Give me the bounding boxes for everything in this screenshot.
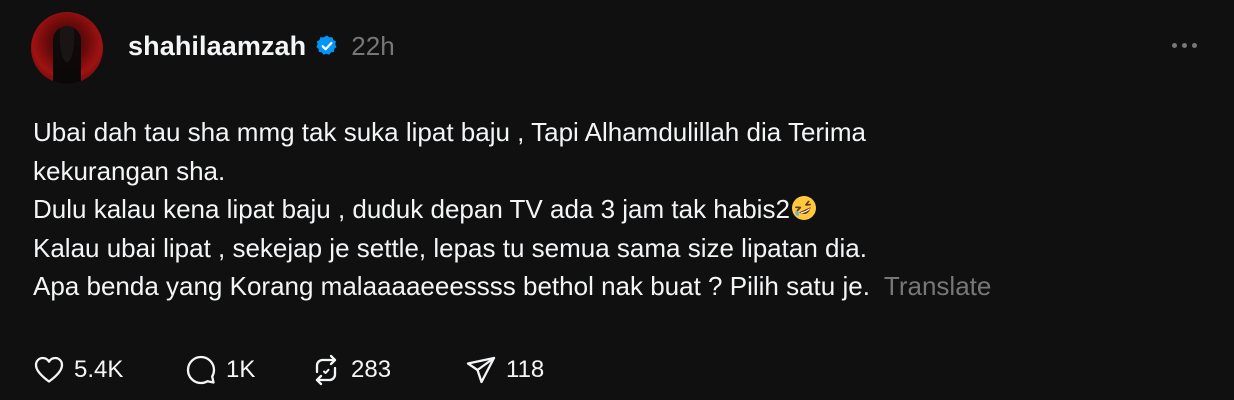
post-text-line-with-translate: Apa benda yang Korang malaaaaeeessss bet… <box>33 267 1183 306</box>
reply-count: 1K <box>226 356 256 383</box>
post-text-line: Apa benda yang Korang malaaaaeeessss bet… <box>33 271 870 302</box>
post-text-line: Dulu kalau kena lipat baju , duduk depan… <box>33 194 790 225</box>
heart-icon <box>34 356 64 383</box>
translate-link[interactable]: Translate <box>884 271 991 301</box>
send-icon <box>466 356 496 384</box>
post-timestamp[interactable]: 22h <box>351 31 394 62</box>
like-button[interactable]: 5.4K <box>32 353 184 387</box>
ellipsis-icon <box>1171 42 1177 48</box>
share-count: 118 <box>506 356 545 383</box>
ellipsis-dot <box>1181 42 1187 48</box>
repost-count: 283 <box>351 356 392 383</box>
post-text-line: Ubai dah tau sha mmg tak suka lipat baju… <box>33 117 866 147</box>
post-text-line: kekurangan sha. <box>33 155 226 186</box>
post-text: Ubai dah tau sha mmg tak suka lipat baju… <box>33 113 1183 306</box>
username[interactable]: shahilaamzah <box>128 31 306 62</box>
post-text-line: Kalau ubai lipat , sekejap je settle, le… <box>33 232 867 263</box>
comment-bubble-icon <box>186 355 216 385</box>
ellipsis-dot <box>1191 42 1197 48</box>
action-bar: 5.4K 1K 283 118 <box>32 352 544 388</box>
repost-button[interactable]: 283 <box>309 353 464 387</box>
rolling-on-floor-laughing-icon <box>791 196 816 221</box>
like-count: 5.4K <box>74 356 124 383</box>
reply-button[interactable]: 1K <box>184 353 309 387</box>
share-button[interactable]: 118 <box>464 353 544 387</box>
repost-icon <box>315 354 337 386</box>
post-header: shahilaamzah 22h <box>128 26 395 66</box>
avatar[interactable] <box>31 12 103 84</box>
verified-badge-icon <box>316 35 337 55</box>
profile-figure <box>53 26 81 84</box>
thread-post: shahilaamzah 22h Ubai dah tau sha mmg ta… <box>0 0 1234 400</box>
post-text-line-with-emoji: Dulu kalau kena lipat baju , duduk depan… <box>33 190 1183 229</box>
more-options-button[interactable] <box>1164 30 1204 60</box>
